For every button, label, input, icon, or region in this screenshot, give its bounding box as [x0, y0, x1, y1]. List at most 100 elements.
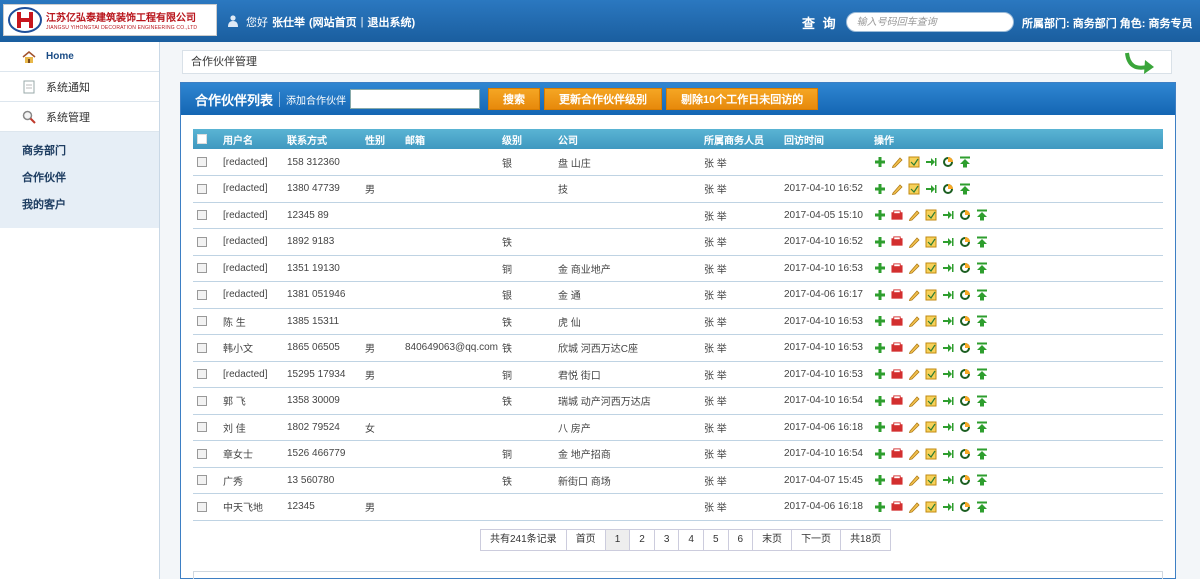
select-all-cell[interactable]	[193, 129, 219, 149]
site-home-link[interactable]: (网站首页	[309, 14, 357, 30]
row-checkbox[interactable]	[197, 263, 207, 274]
search-button[interactable]: 搜索	[488, 88, 541, 110]
select-all-checkbox[interactable]	[197, 133, 207, 144]
status-cycle-icon[interactable]	[959, 262, 971, 274]
row-checkbox[interactable]	[197, 236, 207, 247]
first-page-button[interactable]: 首页	[565, 529, 606, 551]
sidebar-item-notifications[interactable]: 系统通知	[0, 72, 159, 102]
row-select-cell[interactable]	[193, 414, 219, 441]
transfer-icon[interactable]	[942, 209, 954, 221]
contact-card-icon[interactable]	[891, 368, 903, 380]
row-select-cell[interactable]	[193, 440, 219, 468]
contact-card-icon[interactable]	[891, 315, 903, 327]
visit-note-icon[interactable]	[925, 236, 937, 248]
pin-top-icon[interactable]	[976, 395, 988, 407]
edit-pencil-icon[interactable]	[908, 501, 920, 513]
row-checkbox[interactable]	[197, 210, 207, 221]
pin-top-icon[interactable]	[959, 183, 971, 195]
visit-note-icon[interactable]	[925, 474, 937, 486]
transfer-icon[interactable]	[942, 421, 954, 433]
sidebar-item-home[interactable]: Home	[0, 42, 159, 72]
sidebar-item-system-admin[interactable]: 系统管理	[0, 102, 159, 132]
contact-card-icon[interactable]	[891, 342, 903, 354]
pin-top-icon[interactable]	[976, 368, 988, 380]
table-row[interactable]: [redacted] 1351 19130 铜金 商业地产张 举 2017-04-10…	[193, 255, 1163, 282]
table-row[interactable]: 广秀 13 560780 铁新街口 商场张 举 2017-04-07 15:45	[193, 467, 1163, 494]
transfer-icon[interactable]	[942, 501, 954, 513]
contact-card-icon[interactable]	[891, 474, 903, 486]
pin-top-icon[interactable]	[959, 156, 971, 168]
contact-card-icon[interactable]	[891, 209, 903, 221]
add-icon[interactable]	[874, 342, 886, 354]
transfer-icon[interactable]	[925, 156, 937, 168]
row-select-cell[interactable]	[193, 149, 219, 176]
status-cycle-icon[interactable]	[959, 395, 971, 407]
update-level-button[interactable]: 更新合作伙伴级别	[544, 88, 663, 110]
pin-top-icon[interactable]	[976, 236, 988, 248]
row-checkbox[interactable]	[197, 369, 207, 380]
edit-pencil-icon[interactable]	[908, 421, 920, 434]
row-checkbox[interactable]	[197, 289, 207, 300]
visit-note-icon[interactable]	[925, 342, 937, 354]
sidebar-sub-my-customers[interactable]: 我的客户	[0, 192, 159, 219]
visit-note-icon[interactable]	[925, 368, 937, 380]
contact-card-icon[interactable]	[891, 289, 903, 301]
row-select-cell[interactable]	[193, 387, 219, 415]
pin-top-icon[interactable]	[976, 342, 988, 354]
row-select-cell[interactable]	[193, 308, 219, 335]
sidebar-sub-business-dept[interactable]: 商务部门	[0, 138, 159, 165]
visit-note-icon[interactable]	[908, 156, 920, 168]
row-checkbox[interactable]	[197, 422, 207, 433]
partner-search-input[interactable]	[350, 89, 481, 109]
transfer-icon[interactable]	[925, 183, 937, 195]
row-checkbox[interactable]	[197, 501, 207, 512]
row-select-cell[interactable]	[193, 281, 219, 309]
status-cycle-icon[interactable]	[959, 501, 971, 513]
row-checkbox[interactable]	[197, 342, 207, 353]
visit-note-icon[interactable]	[925, 395, 937, 407]
add-icon[interactable]	[874, 183, 886, 195]
page-2-button[interactable]: 2	[629, 529, 655, 551]
status-cycle-icon[interactable]	[959, 209, 971, 221]
table-row[interactable]: 刘 佳 1802 79524 女 八 房产张 举 2017-04-06 16:18	[193, 414, 1163, 441]
add-icon[interactable]	[874, 368, 886, 380]
edit-pencil-icon[interactable]	[908, 448, 920, 460]
row-checkbox[interactable]	[197, 395, 207, 406]
edit-pencil-icon[interactable]	[908, 368, 920, 381]
visit-note-icon[interactable]	[925, 448, 937, 460]
company-logo[interactable]: 江苏亿弘泰建筑装饰工程有限公司 JIANGSU YIHONGTAI DECORA…	[3, 4, 217, 36]
visit-note-icon[interactable]	[925, 315, 937, 327]
status-cycle-icon[interactable]	[959, 315, 971, 327]
table-row[interactable]: 中天飞地 12345 男 张 举 2017-04-06 16:18	[193, 493, 1163, 521]
add-icon[interactable]	[874, 262, 886, 274]
table-row[interactable]: 韩小文 1865 06505 男 840649063@qq.com 铁欣城 河西万达C座…	[193, 334, 1163, 362]
status-cycle-icon[interactable]	[959, 421, 971, 433]
visit-note-icon[interactable]	[908, 183, 920, 195]
transfer-icon[interactable]	[942, 236, 954, 248]
add-icon[interactable]	[874, 236, 886, 248]
add-icon[interactable]	[874, 289, 886, 301]
edit-pencil-icon[interactable]	[908, 315, 920, 328]
transfer-icon[interactable]	[942, 368, 954, 380]
status-cycle-icon[interactable]	[959, 368, 971, 380]
row-checkbox[interactable]	[197, 156, 207, 167]
logout-link[interactable]: 退出系统)	[368, 14, 416, 30]
pin-top-icon[interactable]	[976, 289, 988, 301]
contact-card-icon[interactable]	[891, 448, 903, 460]
transfer-icon[interactable]	[942, 289, 954, 301]
pin-top-icon[interactable]	[976, 209, 988, 221]
add-icon[interactable]	[874, 448, 886, 460]
edit-pencil-icon[interactable]	[891, 156, 903, 168]
visit-note-icon[interactable]	[925, 289, 937, 301]
last-page-button[interactable]: 末页	[752, 529, 793, 551]
row-checkbox[interactable]	[197, 475, 207, 486]
pin-top-icon[interactable]	[976, 474, 988, 486]
add-partner-link[interactable]: 添加合作伙伴	[279, 91, 346, 107]
sidebar-sub-partners[interactable]: 合作伙伴	[0, 165, 159, 192]
transfer-icon[interactable]	[942, 262, 954, 274]
page-3-button[interactable]: 3	[653, 529, 680, 551]
return-arrow-icon[interactable]	[1123, 49, 1157, 85]
row-checkbox[interactable]	[197, 183, 207, 194]
add-icon[interactable]	[874, 501, 886, 513]
add-icon[interactable]	[874, 209, 886, 221]
